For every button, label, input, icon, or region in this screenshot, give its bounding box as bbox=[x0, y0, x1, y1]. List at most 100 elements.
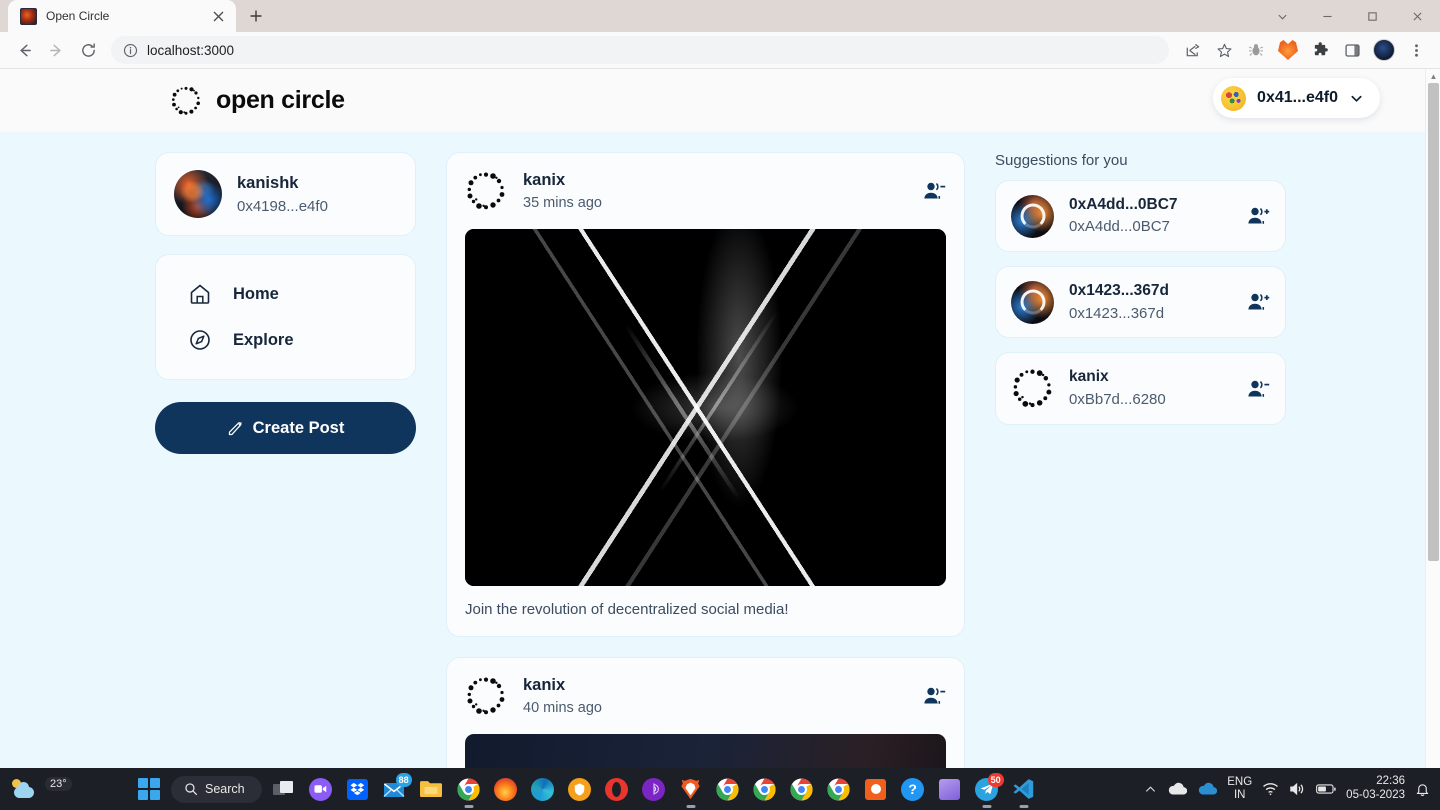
notification-bell-icon[interactable] bbox=[1415, 782, 1430, 797]
help-icon[interactable]: ? bbox=[898, 774, 928, 804]
three-dot-menu-icon[interactable] bbox=[1401, 35, 1431, 65]
browser-window: Open Circle localhost:3000 open circle 0… bbox=[0, 0, 1440, 810]
battery-icon[interactable] bbox=[1316, 783, 1336, 795]
edge-icon[interactable] bbox=[528, 774, 558, 804]
opera-icon[interactable] bbox=[602, 774, 632, 804]
person-minus-icon[interactable] bbox=[922, 684, 946, 708]
metamask-fox-icon[interactable] bbox=[1273, 35, 1303, 65]
profile-avatar-icon[interactable] bbox=[1369, 35, 1399, 65]
chrome-dev-icon[interactable] bbox=[787, 774, 817, 804]
page-scrollbar[interactable]: ▲ ▼ bbox=[1425, 69, 1440, 810]
dotted-circle-avatar[interactable] bbox=[465, 675, 507, 717]
puzzle-piece-icon[interactable] bbox=[1305, 35, 1335, 65]
post-image[interactable] bbox=[465, 228, 946, 586]
onedrive-blue-icon[interactable] bbox=[1197, 782, 1218, 796]
onedrive-icon[interactable] bbox=[1167, 782, 1188, 796]
app-header: open circle 0x41...e4f0 bbox=[0, 69, 1440, 132]
chevron-down-icon[interactable] bbox=[1349, 91, 1364, 106]
dropbox-icon[interactable] bbox=[343, 774, 373, 804]
person-minus-icon[interactable] bbox=[922, 179, 946, 203]
minimize-icon[interactable] bbox=[1305, 0, 1350, 32]
post-timestamp: 40 mins ago bbox=[523, 699, 602, 716]
suggestion-item[interactable]: kanix 0xBb7d...6280 bbox=[995, 352, 1286, 425]
profile-address: 0x4198...e4f0 bbox=[237, 197, 328, 215]
maximize-icon[interactable] bbox=[1350, 0, 1395, 32]
chrome-2-icon[interactable] bbox=[824, 774, 854, 804]
sidebar-item-explore[interactable]: Explore bbox=[156, 317, 415, 363]
browser-tab[interactable]: Open Circle bbox=[8, 0, 236, 32]
task-view-icon[interactable] bbox=[269, 774, 299, 804]
clock[interactable]: 22:36 05-03-2023 bbox=[1346, 775, 1405, 803]
scroll-up-arrow[interactable]: ▲ bbox=[1426, 69, 1440, 83]
scrollbar-thumb[interactable] bbox=[1428, 83, 1439, 561]
file-explorer-icon[interactable] bbox=[417, 774, 447, 804]
person-plus-icon[interactable] bbox=[1246, 204, 1270, 228]
sidebar-item-home[interactable]: Home bbox=[156, 271, 415, 317]
chevron-down-icon[interactable] bbox=[1260, 0, 1305, 32]
tab-strip: Open Circle bbox=[0, 0, 1440, 32]
brand[interactable]: open circle bbox=[170, 85, 345, 117]
weather-widget[interactable]: 23° bbox=[0, 777, 120, 799]
bug-extension-icon[interactable] bbox=[1241, 35, 1271, 65]
purple-app-icon[interactable] bbox=[935, 774, 965, 804]
side-panel-icon[interactable] bbox=[1337, 35, 1367, 65]
create-post-button[interactable]: Create Post bbox=[155, 402, 416, 454]
orange-app-icon[interactable] bbox=[861, 774, 891, 804]
tor-browser-icon[interactable] bbox=[639, 774, 669, 804]
sidebar-item-home-label: Home bbox=[233, 284, 279, 303]
browser-toolbar: localhost:3000 bbox=[0, 32, 1440, 69]
address-bar-url: localhost:3000 bbox=[147, 42, 235, 58]
chrome-icon[interactable] bbox=[454, 774, 484, 804]
wifi-icon[interactable] bbox=[1262, 782, 1279, 796]
new-tab-button[interactable] bbox=[242, 2, 270, 30]
user-avatar bbox=[174, 170, 222, 218]
left-sidebar: kanishk 0x4198...e4f0 Home Explore Creat… bbox=[155, 152, 416, 810]
wallet-button[interactable]: 0x41...e4f0 bbox=[1213, 78, 1380, 118]
address-bar[interactable]: localhost:3000 bbox=[111, 36, 1169, 64]
zoom-icon[interactable] bbox=[306, 774, 336, 804]
back-arrow-icon[interactable] bbox=[9, 35, 39, 65]
suggestion-item[interactable]: 0x1423...367d 0x1423...367d bbox=[995, 266, 1286, 339]
wallet-avatar bbox=[1221, 85, 1247, 111]
suggestion-name: kanix bbox=[1069, 368, 1109, 386]
share-icon[interactable] bbox=[1177, 35, 1207, 65]
chrome-beta-icon[interactable] bbox=[750, 774, 780, 804]
telegram-badge: 50 bbox=[987, 773, 1004, 787]
language-code: ENG bbox=[1227, 775, 1253, 788]
language-indicator[interactable]: ENG IN bbox=[1227, 776, 1252, 802]
avast-secure-browser-icon[interactable] bbox=[565, 774, 595, 804]
forward-arrow-icon[interactable] bbox=[41, 35, 71, 65]
suggestion-item[interactable]: 0xA4dd...0BC7 0xA4dd...0BC7 bbox=[995, 180, 1286, 253]
reload-icon[interactable] bbox=[73, 35, 103, 65]
star-icon[interactable] bbox=[1209, 35, 1239, 65]
taskbar-search[interactable]: Search bbox=[171, 775, 262, 803]
mail-icon[interactable]: 88 bbox=[380, 773, 412, 804]
chevron-up-icon[interactable] bbox=[1144, 783, 1157, 796]
dotted-circle-avatar[interactable] bbox=[465, 170, 507, 212]
sidebar-item-explore-label: Explore bbox=[233, 330, 294, 349]
volume-icon[interactable] bbox=[1289, 782, 1306, 796]
suggestions-title: Suggestions for you bbox=[995, 152, 1128, 169]
create-post-label: Create Post bbox=[252, 418, 345, 437]
site-info-icon[interactable] bbox=[123, 43, 138, 58]
suggestion-name: 0x1423...367d bbox=[1069, 282, 1169, 300]
sidebar-nav: Home Explore bbox=[155, 254, 416, 380]
firefox-icon[interactable] bbox=[491, 774, 521, 804]
person-minus-icon[interactable] bbox=[1246, 377, 1270, 401]
tab-title: Open Circle bbox=[46, 9, 110, 23]
close-icon[interactable] bbox=[208, 6, 228, 26]
mail-badge: 88 bbox=[395, 773, 412, 787]
dotted-circle-avatar bbox=[1011, 367, 1054, 410]
taskbar-apps: Search 88 ? 50 bbox=[120, 773, 1144, 804]
chrome-canary-icon[interactable] bbox=[713, 774, 743, 804]
profile-card[interactable]: kanishk 0x4198...e4f0 bbox=[155, 152, 416, 236]
close-icon[interactable] bbox=[1395, 0, 1440, 32]
person-plus-icon[interactable] bbox=[1246, 290, 1270, 314]
compass-icon bbox=[188, 328, 212, 352]
vs-code-icon[interactable] bbox=[1009, 774, 1039, 804]
telegram-icon[interactable]: 50 bbox=[972, 773, 1004, 804]
brave-icon[interactable] bbox=[676, 774, 706, 804]
post-meta: kanix 35 mins ago bbox=[523, 169, 906, 214]
windows-taskbar: 23° Search 88 ? 50 ENG IN 22:36 05-03-20… bbox=[0, 768, 1440, 810]
windows-start-icon[interactable] bbox=[134, 774, 164, 804]
